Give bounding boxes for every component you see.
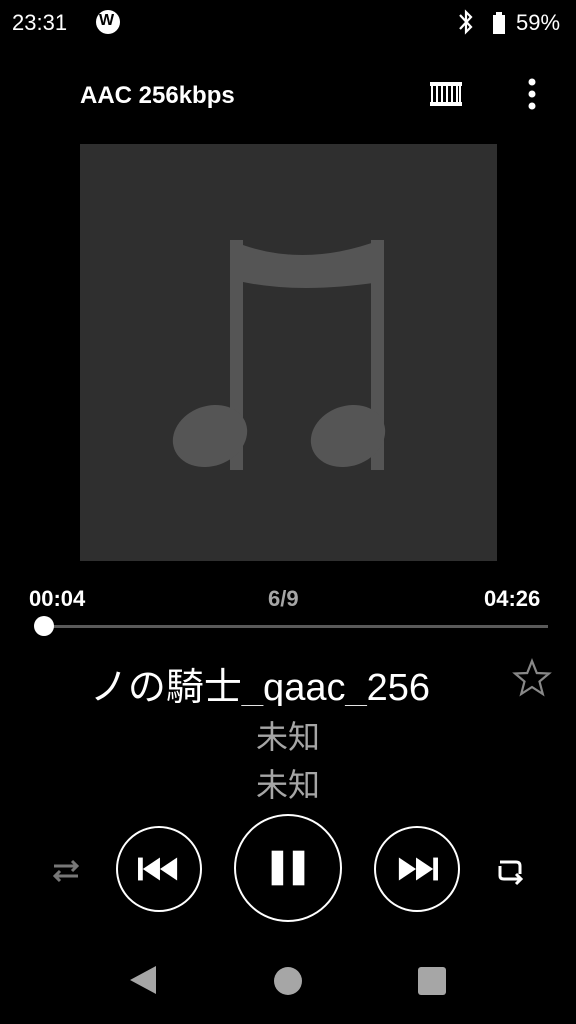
seek-bar[interactable] (36, 625, 548, 628)
home-icon[interactable] (274, 967, 302, 995)
status-time: 23:31 (12, 10, 68, 35)
seek-handle[interactable] (33, 616, 54, 636)
track-index: 6/9 (268, 586, 299, 611)
pause-icon (271, 850, 305, 886)
previous-button[interactable] (116, 826, 202, 912)
play-pause-button[interactable] (234, 814, 342, 922)
track-album: 未知 (255, 767, 320, 803)
recents-icon[interactable] (418, 967, 446, 995)
music-note-icon (172, 240, 386, 470)
current-time: 00:04 (29, 586, 86, 611)
walkman-icon: W (96, 10, 120, 34)
battery-percent: 59% (516, 10, 561, 35)
total-time: 04:26 (484, 586, 541, 611)
track-title: ノの騎士_qaac_256 (89, 667, 430, 706)
repeat-icon[interactable] (492, 852, 528, 888)
status-bar: 23:31 W 59% (0, 0, 576, 44)
next-button[interactable] (374, 826, 460, 912)
shuffle-icon[interactable] (48, 852, 84, 888)
skip-next-icon (398, 857, 438, 881)
equalizer-icon[interactable] (428, 78, 464, 110)
more-vert-icon[interactable] (520, 76, 544, 112)
codec-label: AAC 256kbps (80, 82, 235, 109)
skip-previous-icon (138, 857, 178, 881)
album-art (80, 144, 497, 561)
bluetooth-icon (459, 9, 473, 35)
track-title-container: ノの騎士_qaac_256 (80, 652, 490, 706)
battery-icon (493, 12, 505, 34)
back-icon[interactable] (128, 964, 158, 996)
track-artist: 未知 (255, 719, 320, 755)
star-outline-icon[interactable] (512, 658, 552, 698)
